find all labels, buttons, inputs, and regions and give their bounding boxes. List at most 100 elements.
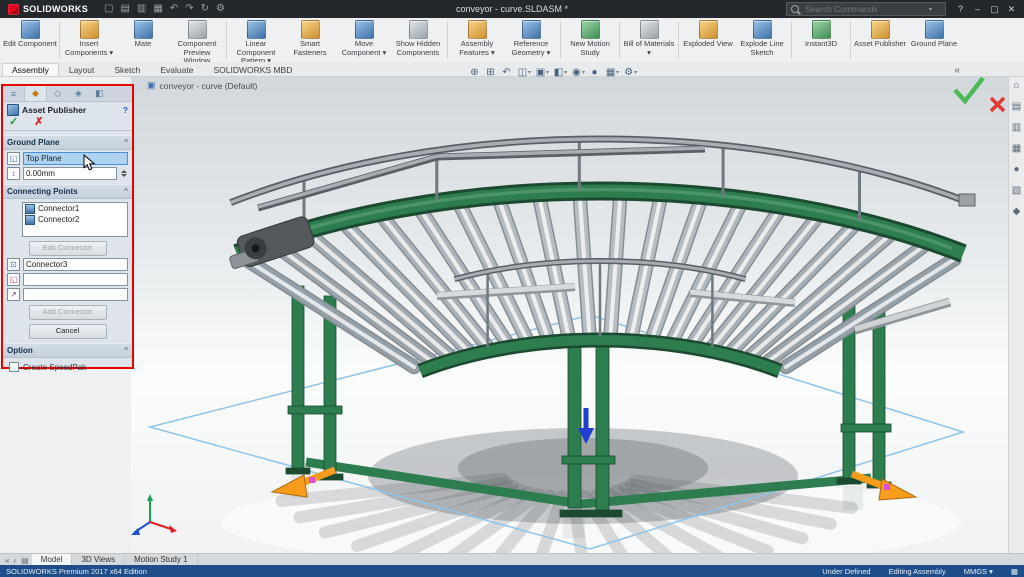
create-speedpak-checkbox[interactable]: [9, 362, 19, 372]
new-document-icon[interactable]: ▢: [104, 0, 113, 18]
help-button[interactable]: ?: [952, 0, 969, 18]
view-palette-icon[interactable]: ▦: [1012, 143, 1021, 154]
connector-list-item[interactable]: Connector2: [23, 214, 127, 225]
mate-icon: [134, 20, 153, 39]
ground-plane-field[interactable]: Top Plane: [23, 152, 128, 165]
apply-scene-icon[interactable]: ▦▾: [604, 67, 619, 78]
ribbon-button-instant3d[interactable]: Instant3D: [794, 18, 848, 62]
tag-icon[interactable]: ▦: [1011, 567, 1018, 576]
plane-select-icon: ◱: [7, 152, 20, 165]
panel-action-row: ✓ ✗: [3, 117, 132, 131]
configurationmanager-tab[interactable]: ◇: [47, 86, 68, 101]
tab-solidworks-mbd[interactable]: SOLIDWORKS MBD: [203, 63, 302, 76]
ribbon-button-mate[interactable]: Mate: [116, 18, 170, 62]
ribbon-button-edit-component[interactable]: Edit Component: [3, 18, 57, 62]
search-icon: [791, 5, 799, 13]
edit-appearance-icon[interactable]: ●: [588, 67, 601, 78]
appearances-scenes-icon[interactable]: ●: [1013, 164, 1019, 175]
maximize-button[interactable]: ▢: [986, 0, 1003, 18]
options-icon[interactable]: ⚙: [216, 0, 225, 18]
undo-icon[interactable]: ↶: [170, 0, 178, 18]
graphics-area[interactable]: ▣ conveyor - curve (Default): [131, 76, 1008, 553]
conveyor-3d-model[interactable]: [131, 76, 1008, 553]
connector-position-field[interactable]: [23, 273, 128, 286]
ribbon-button-ground-plane[interactable]: Ground Plane: [907, 18, 961, 62]
connecting-points-section-header[interactable]: Connecting Points ^: [3, 184, 132, 199]
help-icon[interactable]: ?: [123, 105, 128, 115]
cancel-x-button[interactable]: ✗: [34, 117, 43, 128]
ribbon-button-assembly-features[interactable]: Assembly Features ▾: [450, 18, 504, 62]
custom-properties-icon[interactable]: ▧: [1012, 185, 1021, 196]
tab-layout[interactable]: Layout: [59, 63, 105, 76]
ribbon-button-exploded-view[interactable]: Exploded View: [681, 18, 735, 62]
reference-geometry-icon: [522, 20, 541, 39]
view-orientation-icon[interactable]: ▣▾: [534, 67, 549, 78]
connector-direction-field[interactable]: [23, 288, 128, 301]
forum-icon[interactable]: ◆: [1013, 206, 1021, 217]
print-icon[interactable]: ▦: [153, 0, 162, 18]
open-document-icon[interactable]: ▤: [120, 0, 129, 18]
ribbon-button-asset-publisher[interactable]: Asset Publisher: [853, 18, 907, 62]
add-connector-button[interactable]: Add Connector: [29, 305, 107, 320]
hide-show-items-icon[interactable]: ◉▾: [570, 67, 585, 78]
featuremanager-tree-tab[interactable]: ≡: [3, 86, 24, 101]
dimxpert-tab[interactable]: ◈: [68, 86, 89, 101]
display-style-icon[interactable]: ◧▾: [552, 67, 567, 78]
tab-sketch[interactable]: Sketch: [104, 63, 150, 76]
file-explorer-icon[interactable]: ▥: [1012, 122, 1021, 133]
displaymanager-tab[interactable]: ◧: [89, 86, 110, 101]
ribbon-button-explode-line-sketch[interactable]: Explode Line Sketch: [735, 18, 789, 62]
units-selector[interactable]: MMGS ▾: [964, 567, 993, 576]
ribbon-button-move-component[interactable]: Move Component ▾: [337, 18, 391, 62]
offset-field[interactable]: 0.00mm: [23, 167, 117, 180]
edit-connector-button[interactable]: Edit Connector: [29, 241, 107, 256]
connector-list[interactable]: Connector1Connector2: [22, 202, 128, 237]
panel-title: Asset Publisher: [22, 105, 86, 115]
section-view-icon[interactable]: ◫▾: [516, 67, 531, 78]
ground-plane-section-header[interactable]: Ground Plane ^: [3, 135, 132, 150]
view-settings-icon[interactable]: ⚙▾: [622, 67, 637, 78]
connector-list-item[interactable]: Connector1: [23, 203, 127, 214]
tab-evaluate[interactable]: Evaluate: [150, 63, 203, 76]
save-icon[interactable]: ▥: [137, 0, 146, 18]
edit-component-icon: [21, 20, 40, 39]
collapse-chevron-icon: ^: [124, 187, 128, 196]
ribbon-button-component-preview-window[interactable]: Component Preview Window: [170, 18, 224, 62]
tab-assembly[interactable]: Assembly: [2, 63, 59, 76]
ribbon-button-new-motion-study[interactable]: New Motion Study: [563, 18, 617, 62]
confirm-ok-icon: [955, 78, 983, 101]
ribbon-button-insert-components[interactable]: Insert Components ▾: [62, 18, 116, 62]
option-section-header[interactable]: Option ^: [3, 343, 132, 358]
rebuild-icon[interactable]: ↻: [201, 0, 209, 18]
search-commands-box[interactable]: ▾: [786, 2, 946, 16]
redo-icon[interactable]: ↷: [185, 0, 193, 18]
new-motion-study-icon: [581, 20, 600, 39]
viewport-topright-icons: «: [954, 65, 960, 76]
tab-scroll-start-icon[interactable]: «: [3, 556, 11, 565]
ribbon-button-bill-of-materials[interactable]: Bill of Materials ▾: [622, 18, 676, 62]
close-button[interactable]: ✕: [1003, 0, 1020, 18]
ribbon-button-linear-component-pattern[interactable]: Linear Component Pattern ▾: [229, 18, 283, 62]
ribbon-button-show-hidden-components[interactable]: Show Hidden Components: [391, 18, 445, 62]
previous-view-icon[interactable]: ↶: [500, 67, 513, 78]
asset-publisher-icon: [871, 20, 890, 39]
ok-button[interactable]: ✓: [9, 117, 18, 128]
design-library-icon[interactable]: ▤: [1012, 101, 1021, 112]
confirmation-corner[interactable]: [955, 78, 1004, 111]
minimize-button[interactable]: –: [969, 0, 986, 18]
propertymanager-tab[interactable]: ◆: [24, 86, 47, 101]
search-input[interactable]: [803, 3, 925, 15]
solidworks-logo[interactable]: SOLIDWORKS: [0, 4, 96, 15]
connector-name-row: ⊡ Connector3: [3, 256, 132, 271]
tab-scroll-left-icon[interactable]: ‹: [11, 556, 18, 565]
offset-spinner[interactable]: [120, 170, 128, 177]
zoom-area-icon[interactable]: ⊞: [484, 67, 497, 78]
zoom-fit-icon[interactable]: ⊕: [468, 67, 481, 78]
connector-name-field[interactable]: Connector3: [23, 258, 128, 271]
search-dropdown-icon[interactable]: ▾: [929, 6, 932, 13]
ribbon-button-smart-fasteners[interactable]: Smart Fasteners: [283, 18, 337, 62]
taskpane-collapse-icon[interactable]: «: [954, 65, 960, 76]
cancel-button[interactable]: Cancel: [29, 324, 107, 339]
ribbon-button-reference-geometry[interactable]: Reference Geometry ▾: [504, 18, 558, 62]
solidworks-resources-icon[interactable]: ⌂: [1013, 80, 1019, 91]
